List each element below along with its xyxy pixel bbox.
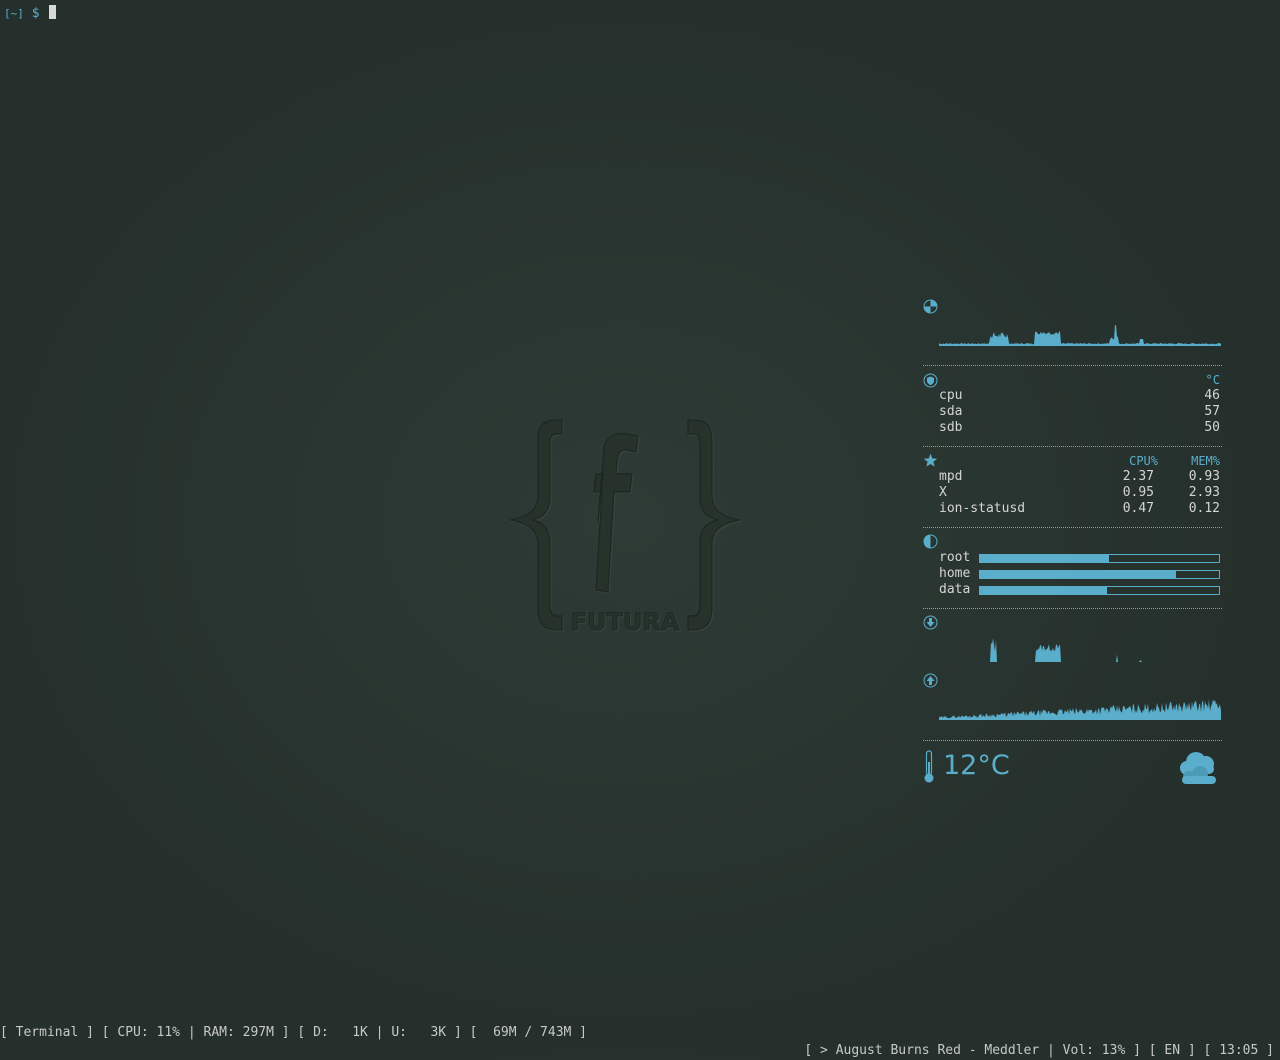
temp-label: sdb (939, 420, 963, 435)
cpu-pie-icon (923, 299, 938, 314)
download-graph (939, 638, 1221, 662)
terminal-cursor (49, 5, 57, 19)
disk-usage-bar (979, 586, 1220, 595)
process-header: CPU% MEM% (939, 453, 1220, 469)
temp-row: cpu 46 (939, 388, 1220, 404)
temp-label: sda (939, 404, 963, 419)
futura-logo: FUTURA (509, 419, 741, 636)
process-cpu: 0.95 (1122, 485, 1154, 500)
divider (923, 740, 1222, 741)
divider (923, 446, 1222, 447)
graph-area (939, 699, 1221, 720)
divider (923, 608, 1222, 609)
divider (923, 365, 1222, 366)
process-row: X 0.95 2.93 (939, 485, 1220, 501)
disk-label: root (939, 550, 971, 565)
mem-header: MEM% (1191, 454, 1220, 468)
temp-value: 50 (1204, 420, 1220, 435)
process-cpu: 0.47 (1122, 501, 1154, 516)
disk-usage-bar (979, 554, 1220, 563)
thermometer-icon (924, 750, 934, 783)
weather-temperature: 12°C (943, 750, 1010, 781)
process-name: ion-statusd (939, 501, 1026, 516)
prompt-dir: [~] (4, 7, 24, 20)
process-mem: 0.12 (1188, 501, 1220, 516)
temp-value: 57 (1204, 404, 1220, 419)
divider (923, 527, 1222, 528)
download-icon (923, 615, 938, 630)
graph-area (939, 638, 1221, 662)
logo-text: FUTURA (571, 608, 680, 636)
process-row: mpd 2.37 0.93 (939, 469, 1220, 485)
terminal-prompt[interactable]: [~] $ (4, 5, 57, 22)
star-icon (923, 453, 938, 467)
temp-label: cpu (939, 388, 963, 403)
status-bar: [ Terminal ] [ CPU: 11% | RAM: 297M ] [ … (0, 1006, 1280, 1058)
disk-usage-icon (923, 534, 938, 549)
shield-icon (923, 373, 938, 388)
disk-usage-fill (980, 587, 1107, 594)
process-mem: 0.93 (1188, 469, 1220, 484)
process-name: X (939, 485, 947, 500)
upload-graph (939, 699, 1221, 720)
process-row: ion-statusd 0.47 0.12 (939, 501, 1220, 517)
status-right[interactable]: [ > August Burns Red - Meddler | Vol: 13… (804, 1042, 1274, 1060)
disk-usage-bar (979, 570, 1220, 579)
upload-icon (923, 673, 938, 688)
cpu-header: CPU% (1129, 454, 1158, 468)
process-name: mpd (939, 469, 963, 484)
prompt-symbol: $ (31, 6, 40, 21)
cloud-icon (1180, 752, 1216, 784)
temp-value: 46 (1204, 388, 1220, 403)
status-left[interactable]: [ Terminal ] [ CPU: 11% | RAM: 297M ] [ … (0, 1024, 587, 1042)
temp-row: sda 57 (939, 404, 1220, 420)
graph-area (939, 325, 1221, 346)
temps-header: °C (939, 372, 1220, 388)
disk-usage-fill (980, 571, 1176, 578)
disk-usage-fill (980, 555, 1110, 562)
cpu-graph (939, 325, 1221, 346)
disk-label: data (939, 582, 971, 597)
process-cpu: 2.37 (1122, 469, 1154, 484)
temp-row: sdb 50 (939, 420, 1220, 436)
process-mem: 2.93 (1188, 485, 1220, 500)
temp-unit: °C (1205, 373, 1220, 387)
disk-label: home (939, 566, 971, 581)
